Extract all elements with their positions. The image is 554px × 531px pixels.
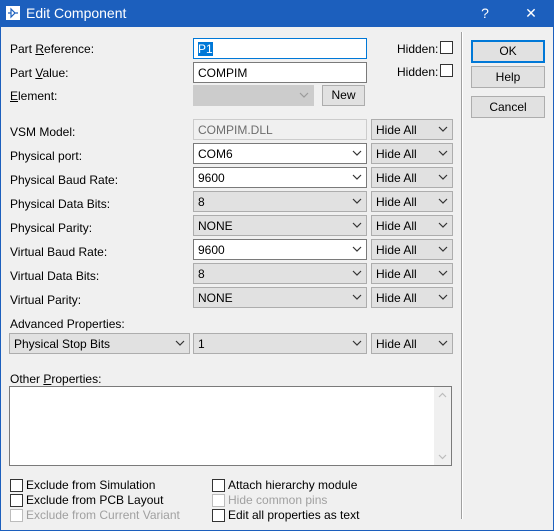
physical-data-bits-label: Physical Data Bits: xyxy=(10,197,111,211)
chevron-down-icon xyxy=(352,198,362,204)
virtual-data-bits-label: Virtual Data Bits: xyxy=(10,269,100,283)
chevron-down-icon xyxy=(352,294,362,300)
hide-common-pins-checkbox[interactable] xyxy=(212,494,225,507)
element-select[interactable] xyxy=(193,85,314,106)
physical-port-visibility-select[interactable]: Hide All xyxy=(371,143,453,164)
exclude-variant-checkbox[interactable] xyxy=(10,509,23,522)
virtual-baud-rate-visibility-select[interactable]: Hide All xyxy=(371,239,453,260)
chevron-down-icon xyxy=(352,340,362,346)
part-value-input[interactable]: COMPIM xyxy=(193,62,367,83)
part-value-label: Part Value: xyxy=(10,66,69,80)
part-reference-hidden-checkbox[interactable] xyxy=(440,41,453,54)
edit-all-text-checkbox[interactable] xyxy=(212,509,225,522)
chevron-down-icon xyxy=(438,246,448,252)
chevron-down-icon xyxy=(352,222,362,228)
advanced-properties-label: Advanced Properties: xyxy=(10,317,125,331)
chevron-down-icon xyxy=(352,246,362,252)
window-title: Edit Component xyxy=(26,5,127,21)
exclude-variant-label: Exclude from Current Variant xyxy=(26,508,180,522)
vsm-model-visibility-select[interactable]: Hide All xyxy=(371,119,453,140)
component-app-icon xyxy=(6,6,20,20)
virtual-parity-value-select[interactable]: NONE xyxy=(193,287,367,308)
exclude-pcb-checkbox[interactable] xyxy=(10,494,23,507)
cancel-button[interactable]: Cancel xyxy=(471,96,545,118)
chevron-down-icon xyxy=(352,270,362,276)
exclude-pcb-label: Exclude from PCB Layout xyxy=(26,493,164,507)
chevron-down-icon xyxy=(438,150,448,156)
physical-baud-rate-visibility-select[interactable]: Hide All xyxy=(371,167,453,188)
physical-parity-value-select[interactable]: NONE xyxy=(193,215,367,236)
close-window-button[interactable]: ✕ xyxy=(508,0,554,27)
chevron-down-icon xyxy=(438,222,448,228)
chevron-down-icon xyxy=(438,270,448,276)
vertical-separator xyxy=(461,32,463,519)
help-titlebar-button[interactable]: ? xyxy=(462,0,508,27)
title-bar: Edit Component ? ✕ xyxy=(0,0,554,27)
vsm-model-label: VSM Model: xyxy=(10,125,76,139)
attach-hierarchy-checkbox[interactable] xyxy=(212,479,225,492)
physical-parity-label: Physical Parity: xyxy=(10,221,93,235)
part-value-hidden-checkbox[interactable] xyxy=(440,64,453,77)
advanced-visibility-select[interactable]: Hide All xyxy=(371,333,453,354)
virtual-data-bits-value-select[interactable]: 8 xyxy=(193,263,367,284)
vsm-model-value-input[interactable]: COMPIM.DLL xyxy=(193,119,367,140)
element-label: Element: xyxy=(10,89,58,103)
virtual-data-bits-visibility-select[interactable]: Hide All xyxy=(371,263,453,284)
physical-port-value-select[interactable]: COM6 xyxy=(193,143,367,164)
physical-data-bits-value-select[interactable]: 8 xyxy=(193,191,367,212)
scroll-up-icon[interactable] xyxy=(438,392,447,398)
hide-common-pins-label: Hide common pins xyxy=(228,493,328,507)
virtual-parity-visibility-select[interactable]: Hide All xyxy=(371,287,453,308)
physical-baud-rate-label: Physical Baud Rate: xyxy=(10,173,119,187)
physical-data-bits-visibility-select[interactable]: Hide All xyxy=(371,191,453,212)
part-reference-input[interactable]: P1 xyxy=(193,38,367,59)
virtual-baud-rate-label: Virtual Baud Rate: xyxy=(10,245,108,259)
part-reference-label: Part Reference: xyxy=(10,42,95,56)
chevron-down-icon xyxy=(438,126,448,132)
part-reference-hidden-label: Hidden: xyxy=(397,42,439,56)
other-properties-scrollbar[interactable] xyxy=(434,387,451,465)
chevron-down-icon xyxy=(299,92,309,98)
chevron-down-icon xyxy=(438,198,448,204)
chevron-down-icon xyxy=(438,294,448,300)
ok-button[interactable]: OK xyxy=(471,40,545,63)
physical-baud-rate-value-select[interactable]: 9600 xyxy=(193,167,367,188)
chevron-down-icon xyxy=(352,150,362,156)
advanced-property-select[interactable]: Physical Stop Bits xyxy=(9,333,190,354)
attach-hierarchy-label: Attach hierarchy module xyxy=(228,478,358,492)
scroll-down-icon[interactable] xyxy=(438,454,447,460)
chevron-down-icon xyxy=(175,340,185,346)
chevron-down-icon xyxy=(438,340,448,346)
virtual-baud-rate-value-select[interactable]: 9600 xyxy=(193,239,367,260)
exclude-simulation-checkbox[interactable] xyxy=(10,479,23,492)
chevron-down-icon xyxy=(438,174,448,180)
edit-all-text-label: Edit all properties as text xyxy=(228,508,360,522)
physical-port-label: Physical port: xyxy=(10,149,83,163)
new-element-button[interactable]: New xyxy=(322,85,365,106)
exclude-simulation-label: Exclude from Simulation xyxy=(26,478,156,492)
other-properties-label: Other Properties: xyxy=(10,372,102,386)
part-value-hidden-label: Hidden: xyxy=(397,65,439,79)
help-button[interactable]: Help xyxy=(471,66,545,88)
advanced-value-select[interactable]: 1 xyxy=(193,333,367,354)
physical-parity-visibility-select[interactable]: Hide All xyxy=(371,215,453,236)
other-properties-textarea[interactable] xyxy=(9,386,452,466)
virtual-parity-label: Virtual Parity: xyxy=(10,293,82,307)
chevron-down-icon xyxy=(352,174,362,180)
